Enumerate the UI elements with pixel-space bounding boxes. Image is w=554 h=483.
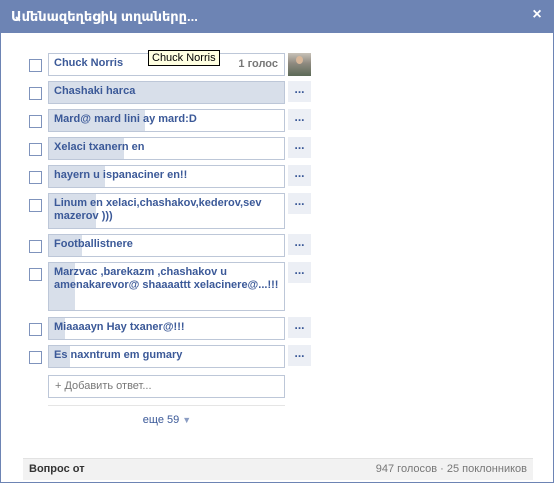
tooltip: Chuck Norris — [148, 50, 220, 66]
dialog-title: Ամենազեղեցիկ տղաները... — [11, 9, 198, 24]
option-checkbox[interactable] — [29, 115, 42, 128]
divider — [48, 405, 285, 406]
add-answer-input[interactable]: + Добавить ответ... — [48, 375, 285, 398]
poll-dialog: Ամենազեղեցիկ տղաները... × Chuck Norris 1… — [0, 0, 554, 483]
option-label: Chashaki harca — [54, 85, 136, 97]
option-bar[interactable]: Xelaci txanern en — [48, 137, 285, 160]
poll-footer: Вопрос от 947 голосов · 25 поклонников — [23, 458, 533, 480]
option-label: Mard@ mard lini ay mard:D — [54, 113, 197, 125]
option-checkbox[interactable] — [29, 143, 42, 156]
option-label: Marzvac ,barekazm ,chashakov u amenakare… — [54, 266, 279, 291]
option-label: Footballistnere — [54, 238, 133, 250]
option-label: Xelaci txanern en — [54, 141, 145, 153]
option-checkbox[interactable] — [29, 59, 42, 72]
chevron-down-icon: ▼ — [182, 415, 192, 425]
more-button[interactable]: ... — [288, 345, 311, 366]
option-checkbox[interactable] — [29, 240, 42, 253]
option-checkbox[interactable] — [29, 268, 42, 281]
option-bar[interactable]: Mard@ mard lini ay mard:D — [48, 109, 285, 132]
option-checkbox[interactable] — [29, 351, 42, 364]
more-button[interactable]: ... — [288, 81, 311, 102]
option-bar[interactable]: Es naxntrum em gumary — [48, 345, 285, 368]
option-checkbox[interactable] — [29, 171, 42, 184]
option-bar[interactable]: Chashaki harca — [48, 81, 285, 104]
more-button[interactable]: ... — [288, 262, 311, 283]
option-bar[interactable]: Linum en xelaci,chashakov,kederov,sev ma… — [48, 193, 285, 229]
show-more-label: еще 59 — [142, 414, 180, 426]
option-label: Linum en xelaci,chashakov,kederov,sev ma… — [54, 197, 262, 222]
option-checkbox[interactable] — [29, 87, 42, 100]
more-button[interactable]: ... — [288, 317, 311, 338]
option-checkbox[interactable] — [29, 323, 42, 336]
option-bar[interactable]: Marzvac ,barekazm ,chashakov u amenakare… — [48, 262, 285, 311]
more-button[interactable]: ... — [288, 109, 311, 130]
voter-avatar[interactable] — [288, 53, 311, 76]
add-answer-placeholder: + Добавить ответ... — [55, 380, 152, 392]
option-bar[interactable]: hayern u ispanaciner en!! — [48, 165, 285, 188]
option-checkbox[interactable] — [29, 199, 42, 212]
poll-stats: 947 голосов · 25 поклонников — [375, 463, 527, 475]
question-author: Вопрос от — [29, 463, 85, 475]
more-button[interactable]: ... — [288, 234, 311, 255]
option-bar[interactable]: Miaaaayn Hay txaner@!!! — [48, 317, 285, 340]
option-votes: 1 голос — [238, 58, 278, 70]
option-label: Es naxntrum em gumary — [54, 349, 183, 361]
dialog-titlebar: Ամենազեղեցիկ տղաները... × — [1, 1, 553, 33]
poll-content: Chuck Norris 1 голос Chashaki harca ... … — [1, 33, 553, 482]
option-label: Miaaaayn Hay txaner@!!! — [54, 321, 185, 333]
show-more-link[interactable]: еще 59 ▼ — [1, 414, 333, 426]
more-button[interactable]: ... — [288, 193, 311, 214]
option-bar[interactable]: Footballistnere — [48, 234, 285, 257]
option-label: hayern u ispanaciner en!! — [54, 169, 188, 181]
more-button[interactable]: ... — [288, 137, 311, 158]
more-button[interactable]: ... — [288, 165, 311, 186]
close-icon[interactable]: × — [527, 5, 547, 25]
avatar-head — [296, 56, 303, 64]
